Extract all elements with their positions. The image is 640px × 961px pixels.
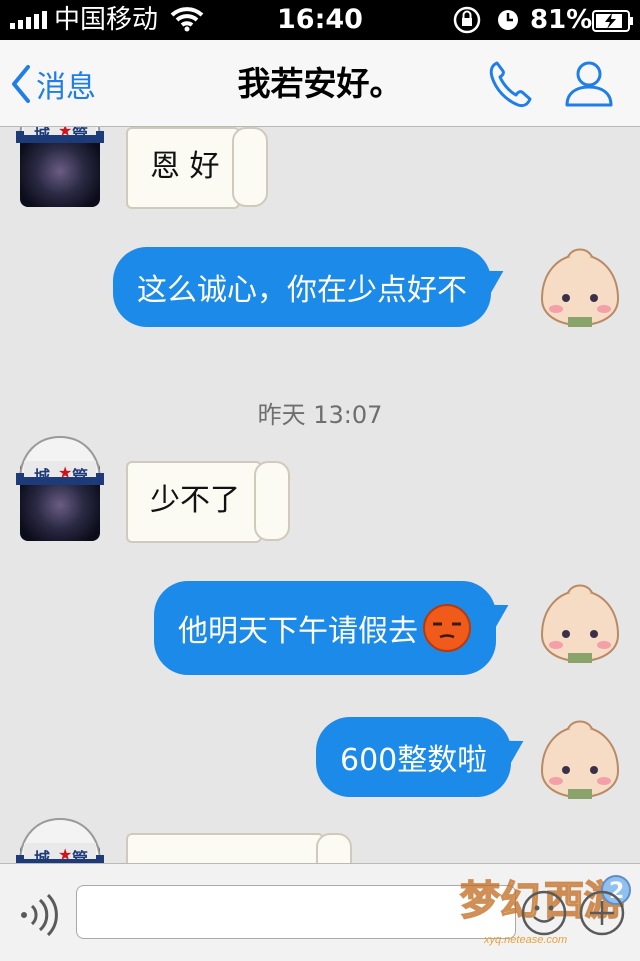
plus-icon — [579, 890, 625, 936]
phone-icon — [489, 61, 532, 108]
input-bar: 梦幻 西游 2 xyq.netease.com — [0, 863, 640, 961]
message-text: 600整数啦 — [340, 743, 488, 778]
bun-character-icon — [540, 720, 620, 799]
emoji-button[interactable] — [520, 889, 568, 941]
contact-avatar[interactable]: 城 ★ 管 — [16, 435, 104, 541]
message-bubble[interactable] — [126, 833, 352, 863]
avatar-badge-right-char: 管 — [72, 467, 89, 486]
contact-avatar[interactable]: 城 ★ 管 — [16, 127, 104, 207]
contact-avatar[interactable]: 城 ★ 管 — [16, 817, 104, 863]
message-text: 恩 好 — [150, 149, 220, 184]
battery-percent: 81% — [530, 5, 593, 35]
status-bar: 中国移动 16:40 81% — [0, 0, 640, 40]
voice-button[interactable] — [18, 893, 58, 940]
alarm-icon — [496, 8, 520, 36]
message-bubble[interactable]: 这么诚心，你在少点好不 — [113, 247, 511, 327]
call-button[interactable] — [488, 60, 532, 112]
profile-icon — [565, 61, 613, 107]
my-avatar[interactable] — [538, 243, 622, 327]
avatar-badge-left-char: 城 — [34, 467, 51, 486]
message-text: 他明天下午请假去 — [178, 614, 418, 649]
emoji-icon — [521, 890, 567, 936]
profile-button[interactable] — [564, 58, 614, 112]
message-bubble[interactable]: 600整数啦 — [316, 717, 531, 797]
bun-character-icon — [540, 248, 620, 327]
page-title: 我若安好。 — [237, 64, 403, 103]
avatar-badge-right-char: 管 — [72, 127, 89, 144]
chat-area[interactable]: 城 ★ 管 恩 好 这么诚心，你在少点好不 昨天 13:07 城 ★ 管 少不了… — [0, 127, 640, 863]
bun-character-icon — [540, 584, 620, 663]
avatar-badge-left-char: 城 — [34, 127, 51, 144]
voice-icon — [21, 893, 58, 937]
message-text: 少不了 — [150, 483, 240, 518]
message-bubble[interactable]: 他明天下午请假去 — [154, 581, 516, 675]
my-avatar[interactable] — [538, 579, 622, 663]
navigation-bar: 消息 我若安好。 — [0, 40, 640, 127]
my-avatar[interactable] — [538, 715, 622, 799]
message-timestamp: 昨天 13:07 — [257, 401, 383, 429]
avatar-badge-left-char: 城 — [34, 849, 51, 863]
message-bubble[interactable]: 少不了 — [126, 461, 290, 543]
battery-icon — [592, 10, 634, 36]
sleepy-face-emoji-icon — [423, 604, 471, 652]
avatar-badge-right-char: 管 — [72, 849, 89, 863]
plus-button[interactable] — [578, 889, 626, 941]
message-text: 这么诚心，你在少点好不 — [137, 273, 467, 308]
message-input[interactable] — [76, 885, 516, 939]
rotation-lock-icon — [452, 6, 482, 38]
message-bubble[interactable]: 恩 好 — [126, 127, 268, 209]
